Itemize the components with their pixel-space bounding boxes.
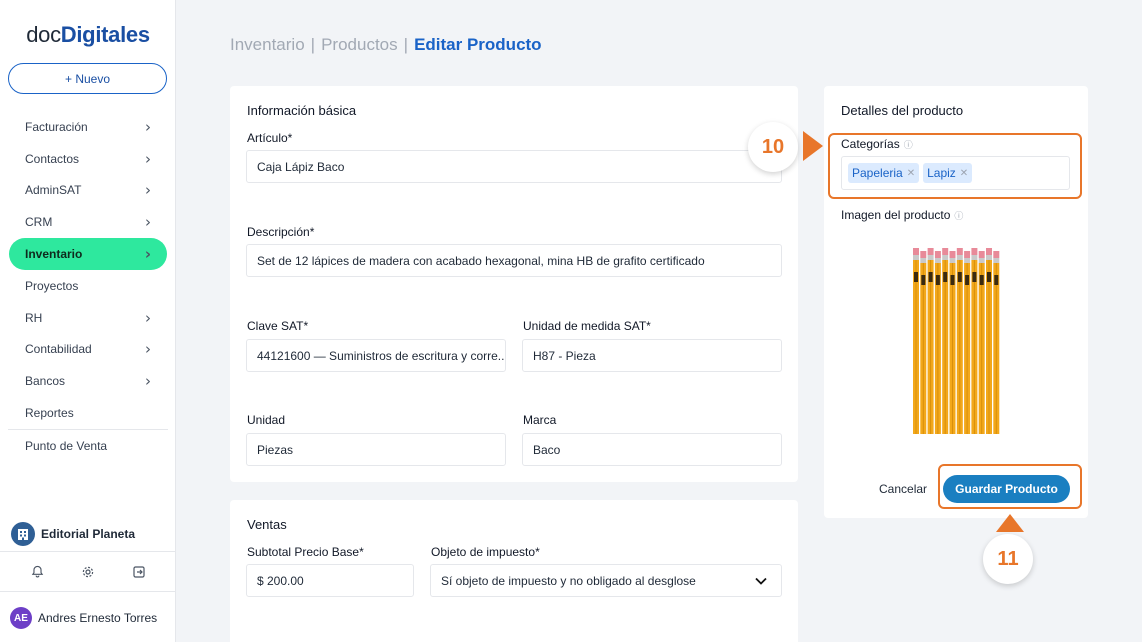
info-icon[interactable]: ⓘ [954,209,963,222]
objeto-impuesto-label: Objeto de impuesto* [431,545,540,559]
highlight-categorias [828,133,1082,199]
imagen-label: Imagen del producto [841,208,951,222]
breadcrumb-productos[interactable]: Productos [321,35,398,54]
chevron-down-icon [755,573,767,589]
sidebar-item-adminsat[interactable]: AdminSAT › [0,175,176,207]
unidad-sat-select[interactable]: H87 - Pieza [522,339,782,372]
objeto-impuesto-select[interactable]: Sí objeto de impuesto y no obligado al d… [430,564,782,597]
details-title: Detalles del producto [841,103,964,118]
sidebar-item-proyectos[interactable]: Proyectos [0,270,176,302]
basic-info-title: Información básica [247,103,357,118]
arrow-up-icon [996,514,1024,532]
breadcrumb-separator: | [310,35,316,54]
descripcion-input[interactable]: Set de 12 lápices de madera con acabado … [246,244,782,277]
clave-sat-select[interactable]: 44121600 — Suministros de escritura y co… [246,339,506,372]
highlight-save-button [938,464,1082,509]
marca-input[interactable]: Baco [522,433,782,466]
imagen-label-row: Imagen del producto ⓘ [841,208,963,222]
ventas-title: Ventas [247,517,287,532]
new-button[interactable]: + Nuevo [8,63,167,94]
logo-text-digitales: Digitales [60,22,150,47]
logout-icon[interactable] [132,565,146,583]
app-logo[interactable]: docDigitales [0,22,176,48]
user-name: Andres Ernesto Torres [38,611,158,625]
sidebar-nav: Facturación › Contactos › AdminSAT › CRM › I… [0,111,176,462]
user-profile[interactable]: AE Andres Ernesto Torres [0,604,176,632]
product-image[interactable] [911,248,1001,434]
chevron-right-icon: › [144,245,151,264]
logo-text-doc: doc [26,22,61,47]
step-badge-10: 10 [748,122,798,172]
unidad-sat-label: Unidad de medida SAT* [523,319,651,333]
step-badge-11: 11 [983,534,1033,584]
marca-label: Marca [523,413,557,427]
sidebar-item-inventario[interactable]: Inventario › [9,238,167,270]
subtotal-label: Subtotal Precio Base* [247,545,364,559]
basic-info-card: Información básica Artículo* Caja Lápiz … [230,86,798,482]
chevron-right-icon: › [145,308,151,327]
descripcion-label: Descripción* [247,225,315,239]
objeto-impuesto-value: Sí objeto de impuesto y no obligado al d… [441,573,696,588]
sidebar-item-facturacion[interactable]: Facturación › [0,111,176,143]
sidebar-item-bancos[interactable]: Bancos › [0,365,176,397]
sidebar-item-rh[interactable]: RH › [0,302,176,334]
company-name: Editorial Planeta [41,526,136,541]
cancel-button[interactable]: Cancelar [879,482,927,496]
avatar: AE [10,607,32,629]
clave-sat-label: Clave SAT* [247,319,309,333]
breadcrumb-current: Editar Producto [414,35,542,54]
sidebar-item-contabilidad[interactable]: Contabilidad › [0,334,176,366]
arrow-right-icon [803,131,823,161]
chevron-right-icon: › [145,149,151,168]
chevron-right-icon: › [145,181,151,200]
unidad-label: Unidad [247,413,286,427]
chevron-right-icon: › [145,372,151,391]
chevron-right-icon: › [145,213,151,232]
unidad-input[interactable]: Piezas [246,433,506,466]
building-icon [11,521,35,546]
sidebar-toolbar [0,556,176,592]
sidebar-item-crm[interactable]: CRM › [0,206,176,238]
ventas-card: Ventas Subtotal Precio Base* $ 200.00 Ob… [230,500,798,642]
chevron-right-icon: › [145,117,151,136]
chevron-right-icon: › [145,340,151,359]
sidebar: docDigitales + Nuevo Facturación › Contac… [0,0,176,642]
articulo-input[interactable]: Caja Lápiz Baco [246,150,782,183]
sidebar-item-punto-de-venta[interactable]: Punto de Venta [0,430,176,462]
company-selector[interactable]: Editorial Planeta [0,516,176,552]
breadcrumb-inventario[interactable]: Inventario [230,35,305,54]
breadcrumb: Inventario | Productos | Editar Producto [230,35,542,55]
gear-icon[interactable] [81,565,95,583]
breadcrumb-separator: | [403,35,409,54]
sidebar-item-contactos[interactable]: Contactos › [0,143,176,175]
bell-icon[interactable] [31,565,44,582]
articulo-label: Artículo* [247,131,293,145]
sidebar-item-reportes[interactable]: Reportes [0,397,176,429]
subtotal-input[interactable]: $ 200.00 [246,564,414,597]
